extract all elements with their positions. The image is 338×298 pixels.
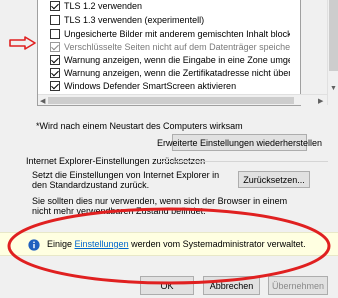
internet-options-dialog: TLS 1.2 verwenden TLS 1.3 verwenden (exp… xyxy=(0,0,338,298)
policy-suffix: werden vom Systemadministrator verwaltet… xyxy=(128,239,306,249)
reset-button[interactable]: Zurücksetzen... xyxy=(238,171,310,188)
checkbox[interactable] xyxy=(50,81,60,91)
checkbox[interactable] xyxy=(50,55,60,65)
option-do-not-save-encrypted-pages[interactable]: Verschlüsselte Seiten nicht auf dem Date… xyxy=(50,41,290,53)
advanced-settings-list[interactable]: TLS 1.2 verwenden TLS 1.3 verwenden (exp… xyxy=(37,0,338,106)
option-label: TLS 1.2 verwenden xyxy=(64,1,143,11)
reset-description: Setzt die Einstellungen von Internet Exp… xyxy=(32,170,220,190)
restart-note: *Wird nach einem Neustart des Computers … xyxy=(36,121,243,131)
option-tls12[interactable]: TLS 1.2 verwenden xyxy=(50,0,290,12)
scroll-down-icon[interactable]: ▼ xyxy=(330,85,337,92)
checkbox[interactable] xyxy=(50,68,60,78)
option-label: TLS 1.3 verwenden (experimentell) xyxy=(64,15,205,25)
checkbox[interactable] xyxy=(50,42,60,52)
vertical-scrollbar[interactable]: ▼ xyxy=(327,0,338,105)
checkbox[interactable] xyxy=(50,15,60,25)
policy-message: Einige Einstellungen werden vom Systemad… xyxy=(47,239,306,249)
option-block-unsecured-images[interactable]: Ungesicherte Bilder mit anderem gemischt… xyxy=(50,28,290,40)
option-label: Ungesicherte Bilder mit anderem gemischt… xyxy=(64,29,290,39)
scroll-right-icon[interactable]: ▶ xyxy=(318,97,323,105)
scroll-left-icon[interactable]: ◀ xyxy=(40,97,45,105)
option-label: Windows Defender SmartScreen aktivieren xyxy=(64,81,237,91)
checkbox[interactable] xyxy=(50,1,60,11)
option-label: Warnung anzeigen, wenn die Zertifikatadr… xyxy=(64,68,290,78)
apply-button[interactable]: Übernehmen xyxy=(268,276,328,295)
info-icon xyxy=(28,239,40,251)
option-label: Verschlüsselte Seiten nicht auf dem Date… xyxy=(64,42,290,52)
restore-advanced-settings-button[interactable]: Erweiterte Einstellungen wiederherstelle… xyxy=(157,134,322,151)
policy-prefix: Einige xyxy=(47,239,75,249)
policy-info-bar: Einige Einstellungen werden vom Systemad… xyxy=(0,232,338,256)
scrollbar-thumb[interactable] xyxy=(48,97,294,104)
option-tls13[interactable]: TLS 1.3 verwenden (experimentell) xyxy=(50,14,290,26)
checkbox[interactable] xyxy=(50,29,60,39)
option-warn-certificate-mismatch[interactable]: Warnung anzeigen, wenn die Zertifikatadr… xyxy=(50,67,290,79)
cancel-button[interactable]: Abbrechen xyxy=(203,276,260,295)
settings-link[interactable]: Einstellungen xyxy=(75,239,129,249)
option-smartscreen[interactable]: Windows Defender SmartScreen aktivieren xyxy=(50,80,290,92)
reset-warning: Sie sollten dies nur verwenden, wenn sic… xyxy=(32,196,288,216)
option-label: Warnung anzeigen, wenn die Eingabe in ei… xyxy=(64,55,290,65)
group-divider xyxy=(160,161,328,162)
option-warn-zone-redirect[interactable]: Warnung anzeigen, wenn die Eingabe in ei… xyxy=(50,54,290,66)
red-annotation-arrow-icon xyxy=(9,36,36,50)
horizontal-scrollbar[interactable]: ◀ ▶ xyxy=(38,94,327,105)
scrollbar-thumb[interactable] xyxy=(329,0,338,71)
ok-button[interactable]: OK xyxy=(140,276,194,295)
